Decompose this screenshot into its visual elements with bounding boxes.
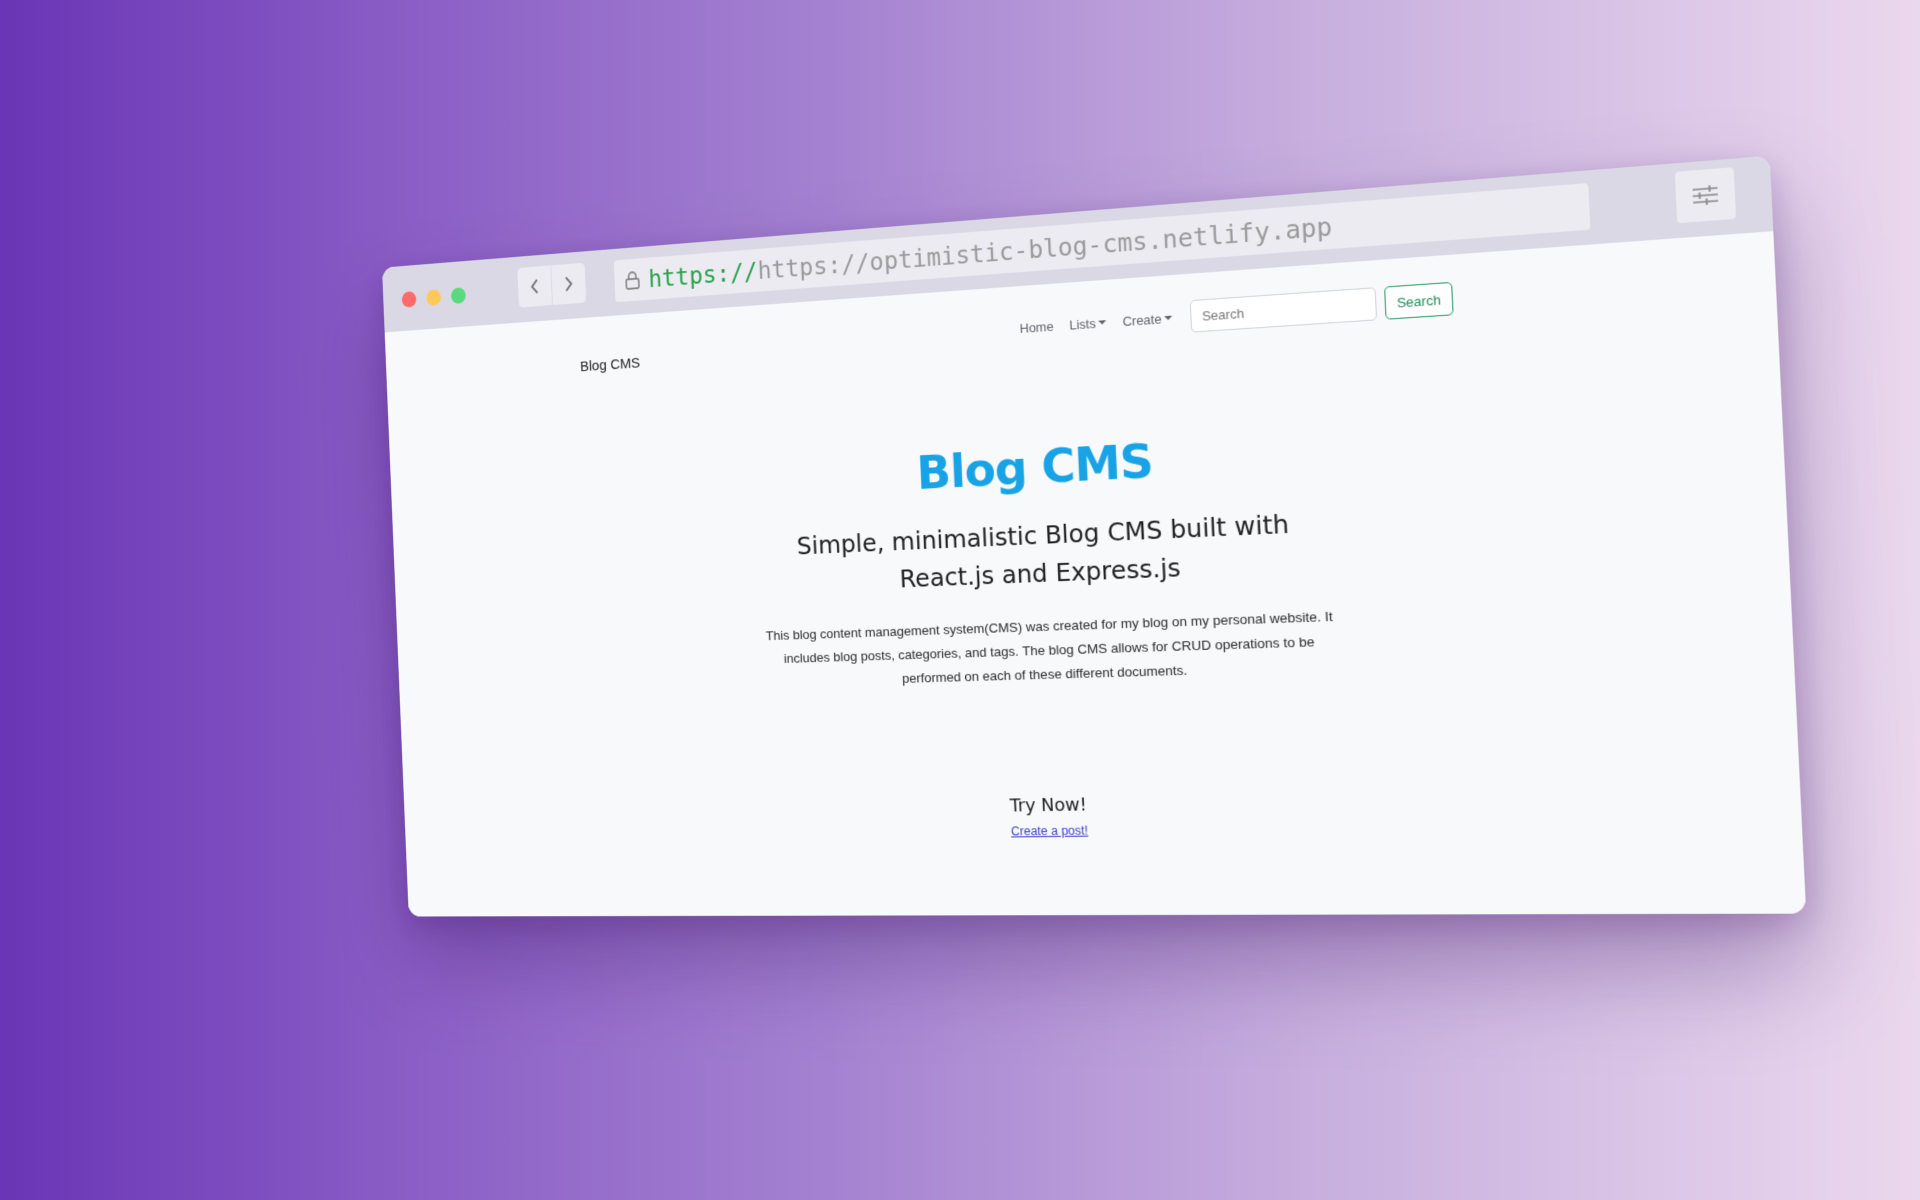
hero-title: Blog CMS	[391, 399, 1785, 527]
nav-home-link[interactable]: Home	[1019, 318, 1054, 335]
sliders-icon	[1690, 182, 1721, 208]
browser-window: https://https://optimistic-blog-cms.netl…	[382, 156, 1806, 917]
settings-button[interactable]	[1675, 167, 1736, 223]
create-post-link[interactable]: Create a post!	[1011, 824, 1089, 839]
chevron-right-icon	[563, 275, 574, 293]
web-page: Blog CMS Home Lists Create Search Blog C…	[385, 231, 1807, 916]
hero-subtitle: Simple, minimalistic Blog CMS built with…	[751, 503, 1342, 604]
chevron-left-icon	[529, 278, 540, 296]
nav-lists-label: Lists	[1069, 315, 1096, 332]
search-button[interactable]: Search	[1384, 282, 1453, 320]
nav-home-label: Home	[1019, 318, 1054, 335]
try-now-heading: Try Now!	[404, 783, 1801, 824]
caret-down-icon	[1099, 320, 1107, 325]
nav-lists-dropdown[interactable]: Lists	[1069, 315, 1107, 333]
lock-icon	[623, 269, 642, 291]
nav-create-label: Create	[1122, 311, 1162, 329]
navbar-brand[interactable]: Blog CMS	[580, 355, 641, 375]
back-button[interactable]	[517, 265, 552, 307]
nav-create-dropdown[interactable]: Create	[1122, 310, 1173, 329]
close-window-button[interactable]	[402, 291, 417, 308]
caret-down-icon	[1165, 316, 1173, 321]
desktop-background: https://https://optimistic-blog-cms.netl…	[0, 0, 1920, 1200]
url-scheme: https://	[648, 256, 758, 292]
maximize-window-button[interactable]	[451, 287, 466, 304]
minimize-window-button[interactable]	[426, 289, 441, 306]
hero-section: Blog CMS Simple, minimalistic Blog CMS b…	[391, 399, 1795, 705]
search-input[interactable]	[1190, 287, 1377, 332]
forward-button[interactable]	[551, 263, 586, 305]
try-now-section: Try Now! Create a post!	[404, 783, 1802, 846]
top-navigation: Home Lists Create Search	[1019, 282, 1453, 344]
hero-description: This blog content management system(CMS)…	[765, 604, 1337, 694]
